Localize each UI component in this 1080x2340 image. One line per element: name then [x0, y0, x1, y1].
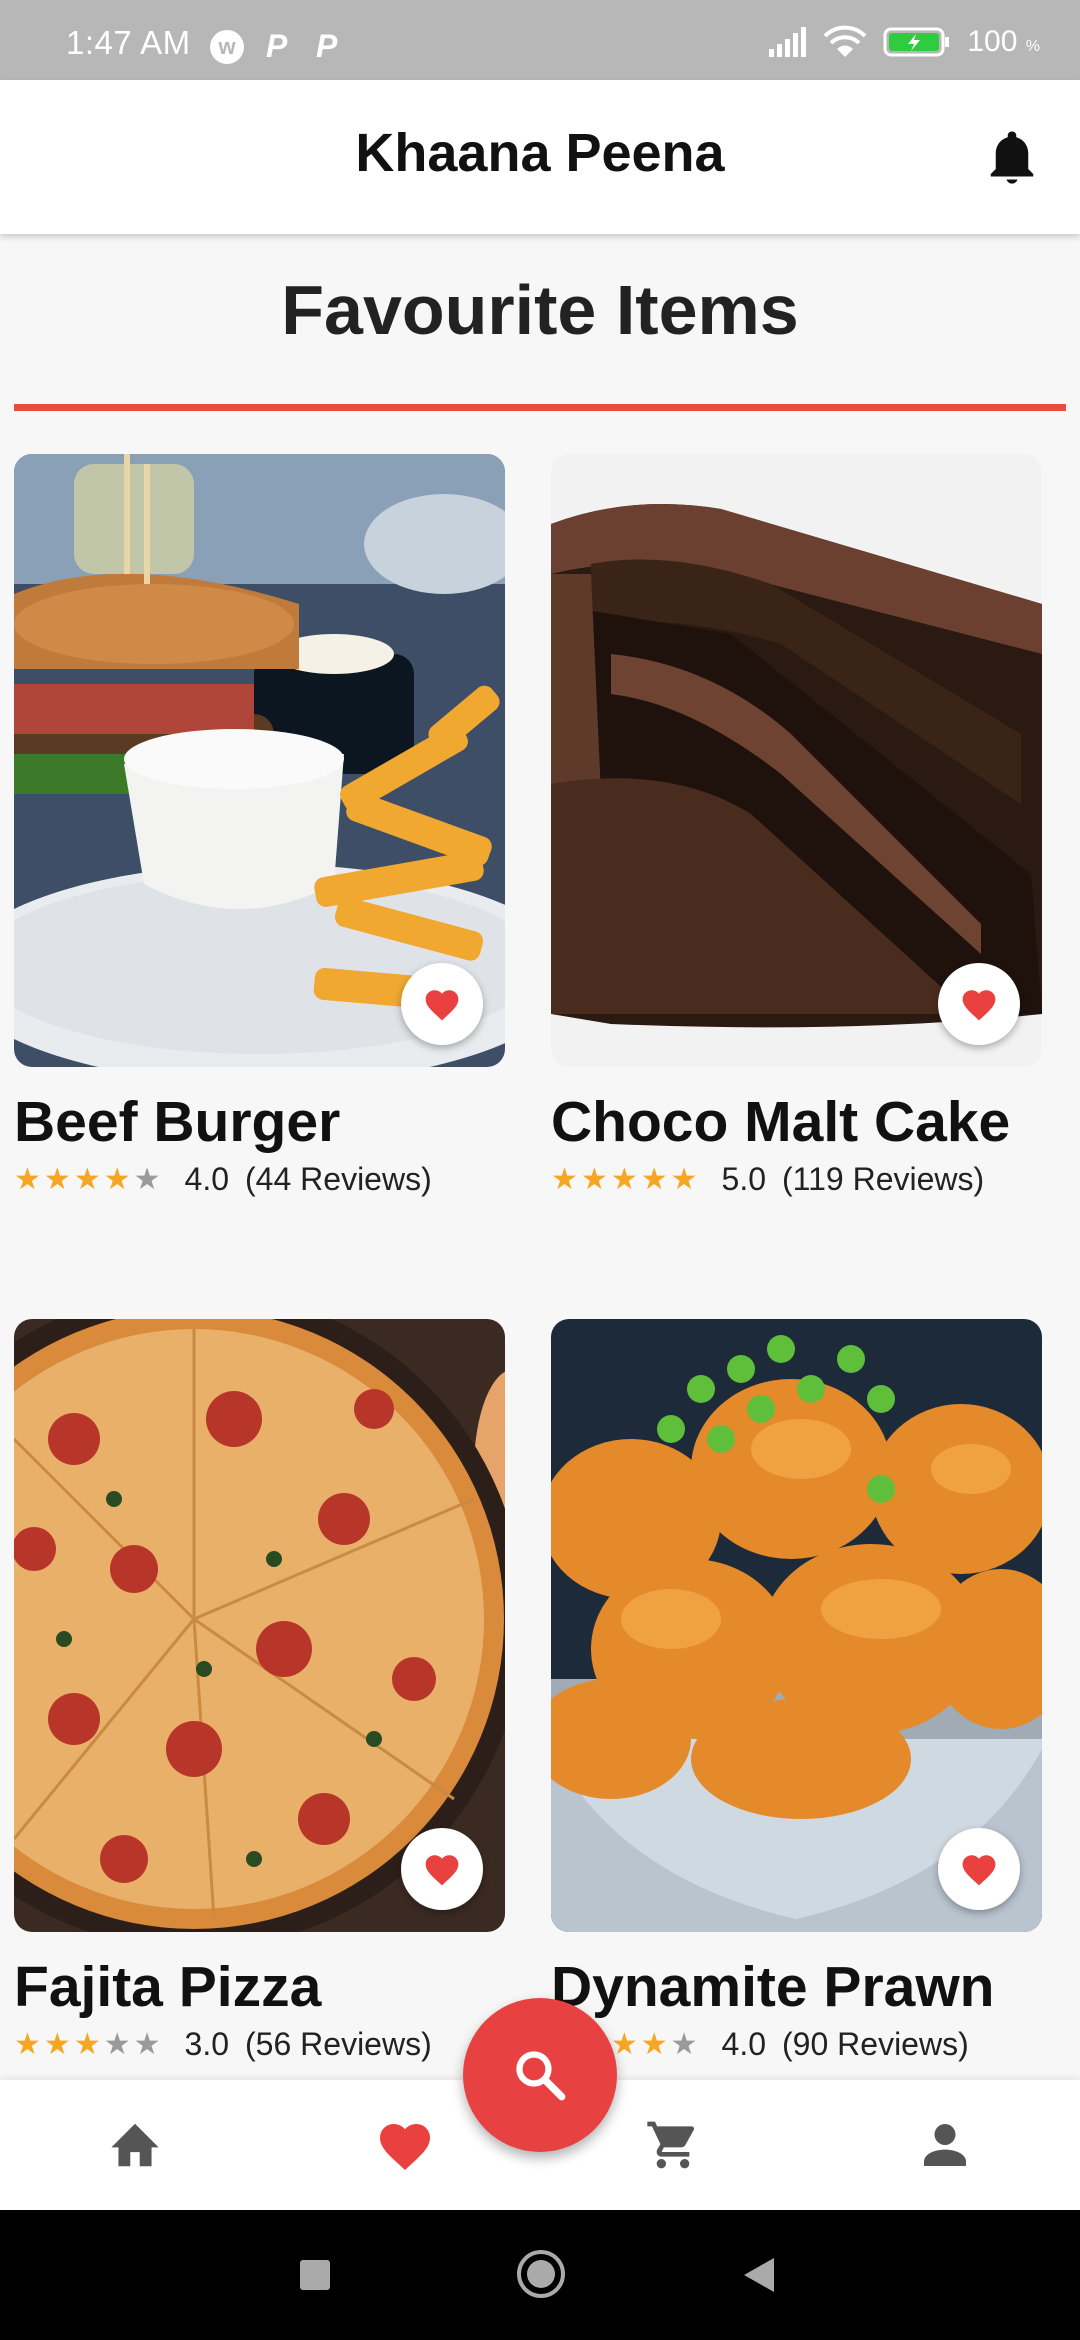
rating-row: ★ ★ ★ ★ ★ 4.0 (44 Reviews): [14, 1161, 505, 1198]
star-icon: ★: [43, 1162, 71, 1196]
star-icon: ★: [640, 1162, 668, 1196]
star-icon: ★: [610, 2027, 638, 2061]
star-icon: ★: [640, 2027, 668, 2061]
star-icon: ★: [670, 2027, 698, 2061]
star-icon: ★: [133, 2027, 161, 2061]
review-count: (56 Reviews): [245, 2026, 432, 2062]
search-icon: [516, 2051, 566, 2101]
food-image[interactable]: [551, 1319, 1042, 1932]
star-icon: ★: [551, 1162, 578, 1196]
system-nav-bar: [0, 2210, 1080, 2340]
profile-icon: [924, 2124, 966, 2166]
p-app-icon: P: [316, 28, 338, 64]
status-time: 1:47 AM: [66, 24, 191, 61]
rating-row: ★ ★ ★ ★ ★ 3.0 (56 Reviews): [14, 2026, 505, 2063]
title-divider: [14, 404, 1066, 411]
battery-icon: [883, 27, 950, 57]
app-bar: Khaana Peena: [0, 80, 1080, 234]
rating-value: 4.0: [184, 1161, 230, 1197]
food-image[interactable]: [14, 454, 505, 1067]
cart-icon: [647, 2121, 694, 2169]
star-icon: ★: [103, 1162, 131, 1196]
food-card[interactable]: Beef Burger ★ ★ ★ ★ ★ 4.0 (44 Reviews): [14, 454, 505, 1198]
star-icon: ★: [43, 2027, 71, 2061]
star-icon: ★: [580, 1162, 608, 1196]
food-image[interactable]: [551, 454, 1042, 1067]
star-rating: ★★★★★: [14, 2027, 161, 2061]
review-count: (90 Reviews): [782, 2026, 969, 2062]
star-icon: ★: [610, 1162, 638, 1196]
status-bar: 1:47 AM w P P 100 %: [0, 0, 1080, 80]
w-app-icon: w: [210, 30, 244, 64]
review-count: (44 Reviews): [245, 1161, 432, 1197]
home-button[interactable]: [515, 2248, 567, 2300]
food-image[interactable]: [14, 1319, 505, 1932]
signal-icon: [769, 27, 807, 57]
p-app-icon: P: [266, 28, 288, 64]
app-title: Khaana Peena: [355, 123, 725, 183]
recents-button[interactable]: [298, 2258, 332, 2292]
favourite-button[interactable]: [401, 963, 483, 1045]
status-right: 100 %: [767, 22, 1040, 62]
food-name: Fajita Pizza: [14, 1955, 322, 2019]
star-rating: ★★★★★: [14, 1162, 161, 1196]
food-card[interactable]: Dynamite Prawn ★★★★★ 4.0 (90 Reviews): [551, 1319, 1042, 2063]
star-icon: ★: [133, 1162, 161, 1196]
star-icon: ★: [14, 2027, 41, 2061]
nav-favourites[interactable]: [370, 2112, 440, 2178]
food-card[interactable]: Fajita Pizza ★ ★ ★ ★ ★ 3.0 (56 Reviews): [14, 1319, 505, 2063]
food-name: Beef Burger: [14, 1090, 341, 1154]
star-icon: ★: [73, 2027, 101, 2061]
heart-icon: [962, 1855, 996, 1886]
star-icon: ★: [73, 1162, 101, 1196]
nav-profile[interactable]: [910, 2112, 980, 2178]
heart-icon: [425, 990, 459, 1021]
rating-value: 5.0: [721, 1161, 767, 1197]
star-rating: ★★★★★: [551, 1162, 698, 1196]
battery-percent: 100 %: [967, 25, 1040, 58]
heart-icon: [425, 1855, 459, 1886]
nav-home[interactable]: [100, 2112, 170, 2178]
rating-row: ★ ★ ★ ★ ★ 5.0 (119 Reviews): [551, 1161, 1042, 1198]
back-button[interactable]: [742, 2256, 776, 2294]
favourite-button[interactable]: [401, 1828, 483, 1910]
rating-row: ★★★★★ 4.0 (90 Reviews): [551, 2026, 1042, 2063]
bell-icon[interactable]: [982, 126, 1042, 192]
nav-cart[interactable]: [638, 2112, 708, 2178]
star-icon: ★: [103, 2027, 131, 2061]
food-name: Dynamite Prawn: [551, 1955, 995, 2019]
star-icon: ★: [670, 1162, 698, 1196]
food-card[interactable]: Choco Malt Cake ★ ★ ★ ★ ★ 5.0 (119 Reviews): [551, 454, 1042, 1198]
heart-icon: [380, 2124, 430, 2170]
home-icon: [111, 2123, 159, 2167]
wifi-icon: [823, 25, 867, 57]
page-title: Favourite Items: [281, 271, 799, 349]
favourite-button[interactable]: [938, 963, 1020, 1045]
review-count: (119 Reviews): [782, 1161, 985, 1197]
rating-value: 4.0: [721, 2026, 767, 2062]
search-fab[interactable]: [463, 1998, 617, 2152]
heart-icon: [962, 990, 996, 1021]
star-icon: ★: [14, 1162, 41, 1196]
food-name: Choco Malt Cake: [551, 1090, 1011, 1154]
favourite-button[interactable]: [938, 1828, 1020, 1910]
rating-value: 3.0: [184, 2026, 230, 2062]
